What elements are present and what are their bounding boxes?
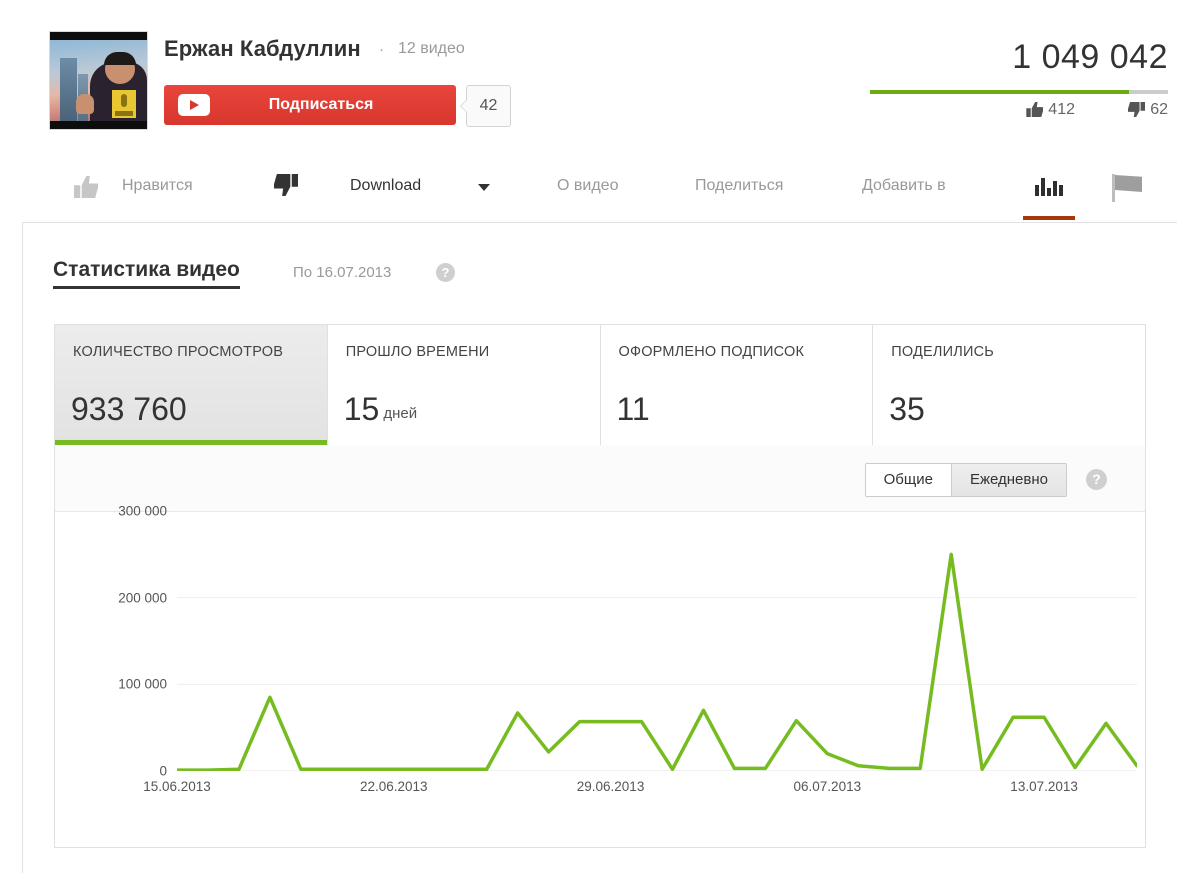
thumbs-up-icon bbox=[1026, 102, 1044, 117]
stat-card-shares[interactable]: ПОДЕЛИЛИСЬ 35 bbox=[873, 325, 1145, 445]
x-axis-tick-label: 13.07.2013 bbox=[1010, 779, 1078, 794]
tab-statistics[interactable] bbox=[1023, 152, 1075, 220]
views-series-line bbox=[177, 552, 1137, 771]
like-ratio-fill bbox=[870, 90, 1130, 94]
subscriber-count[interactable]: 42 bbox=[460, 85, 511, 127]
avatar-hand bbox=[76, 94, 94, 114]
avatar[interactable] bbox=[49, 31, 148, 130]
line-chart: 0 100 000 200 000 300 000 15.06.2013 22.06.2… bbox=[55, 504, 1145, 846]
subscribe-label: Подписаться bbox=[268, 96, 374, 113]
tab-about[interactable]: О видео bbox=[557, 152, 618, 220]
stat-card-value: 15 дней bbox=[343, 391, 418, 427]
thumbs-down-icon[interactable] bbox=[274, 174, 298, 196]
action-bar: Нравится Download О видео Поделиться Доб… bbox=[22, 152, 1177, 223]
flag-icon bbox=[1115, 175, 1142, 192]
avatar-hair bbox=[104, 52, 136, 65]
stats-cards: КОЛИЧЕСТВО ПРОСМОТРОВ 933 760 ПРОШЛО ВРЕ… bbox=[54, 324, 1146, 446]
stat-card-value: 35 bbox=[889, 391, 925, 427]
y-axis-tick-label: 300 000 bbox=[118, 503, 167, 519]
channel-video-count: 12 видео bbox=[398, 40, 465, 57]
youtube-video-stats-page: Ержан Кабдуллин · 12 видео Подписаться 4… bbox=[0, 0, 1200, 873]
page-title: Статистика видео bbox=[53, 258, 240, 289]
download-button[interactable]: Download bbox=[350, 152, 421, 220]
stat-card-time-elapsed[interactable]: ПРОШЛО ВРЕМЕНИ 15 дней bbox=[328, 325, 601, 445]
stats-date-note: По 16.07.2013 bbox=[293, 264, 392, 281]
tab-add-to[interactable]: Добавить в bbox=[862, 152, 946, 220]
y-axis: 0 100 000 200 000 300 000 bbox=[55, 504, 175, 779]
channel-separator: · bbox=[379, 41, 384, 58]
chart-toolbar: Общие Ежедневно ? bbox=[55, 445, 1145, 512]
stat-card-views[interactable]: КОЛИЧЕСТВО ПРОСМОТРОВ 933 760 bbox=[55, 325, 328, 445]
stat-card-value: 933 760 bbox=[71, 391, 187, 427]
stat-card-label: КОЛИЧЕСТВО ПРОСМОТРОВ bbox=[73, 344, 284, 360]
avatar-letterbox-bottom bbox=[50, 121, 147, 129]
avatar-letterbox-top bbox=[50, 32, 147, 40]
toggle-daily[interactable]: Ежедневно bbox=[951, 464, 1066, 496]
help-icon[interactable]: ? bbox=[436, 263, 455, 282]
subscribe-button[interactable]: Подписаться bbox=[164, 85, 456, 125]
stat-card-label: ОФОРМЛЕНО ПОДПИСОК bbox=[618, 344, 805, 360]
like-count-value: 412 bbox=[1048, 101, 1075, 118]
report-button[interactable] bbox=[1112, 174, 1148, 202]
avatar-badge bbox=[112, 90, 136, 118]
dislike-count-value: 62 bbox=[1150, 101, 1168, 118]
thumbs-down-icon bbox=[1128, 102, 1145, 117]
y-axis-tick-label: 100 000 bbox=[118, 676, 167, 692]
like-button[interactable]: Нравится bbox=[122, 152, 193, 220]
active-tab-underline bbox=[1023, 216, 1075, 220]
stat-card-label: ПОДЕЛИЛИСЬ bbox=[891, 344, 994, 360]
thumbs-up-icon[interactable] bbox=[74, 176, 98, 198]
chart-mode-toggle[interactable]: Общие Ежедневно bbox=[864, 463, 1067, 497]
y-axis-tick-label: 200 000 bbox=[118, 590, 167, 606]
chart-container: Общие Ежедневно ? 0 100 000 200 000 300 000… bbox=[54, 445, 1146, 848]
like-count: 412 bbox=[1026, 101, 1075, 119]
toggle-cumulative[interactable]: Общие bbox=[865, 464, 952, 496]
x-axis-tick-label: 29.06.2013 bbox=[576, 779, 645, 794]
stat-card-label: ПРОШЛО ВРЕМЕНИ bbox=[345, 344, 490, 360]
x-axis-tick-label: 15.06.2013 bbox=[143, 779, 211, 794]
flag-pole bbox=[1112, 174, 1115, 202]
x-axis-tick-label: 22.06.2013 bbox=[359, 779, 428, 794]
dislike-count: 62 bbox=[1128, 101, 1168, 119]
y-axis-tick-label: 0 bbox=[159, 763, 167, 779]
like-ratio-bar bbox=[870, 90, 1168, 94]
stat-card-value: 11 bbox=[616, 391, 650, 427]
view-count: 1 049 042 bbox=[1012, 38, 1168, 76]
avatar-building-icon bbox=[60, 58, 77, 121]
chart-plot-area bbox=[177, 511, 1137, 771]
stat-card-subscriptions[interactable]: ОФОРМЛЕНО ПОДПИСОК 11 bbox=[601, 325, 874, 445]
chevron-down-icon[interactable] bbox=[478, 184, 490, 191]
channel-name[interactable]: Ержан Кабдуллин bbox=[164, 36, 361, 62]
statistics-panel: Статистика видео По 16.07.2013 ? КОЛИЧЕС… bbox=[22, 222, 1178, 873]
stat-card-unit: дней bbox=[383, 405, 418, 422]
help-icon[interactable]: ? bbox=[1086, 469, 1107, 490]
x-axis-tick-label: 06.07.2013 bbox=[793, 779, 862, 794]
channel-header: Ержан Кабдуллин · 12 видео Подписаться 4… bbox=[0, 0, 1200, 145]
x-axis: 15.06.2013 22.06.2013 29.06.2013 06.07.2013… bbox=[143, 779, 1137, 799]
bar-chart-icon bbox=[1035, 178, 1065, 196]
tab-share[interactable]: Поделиться bbox=[695, 152, 783, 220]
